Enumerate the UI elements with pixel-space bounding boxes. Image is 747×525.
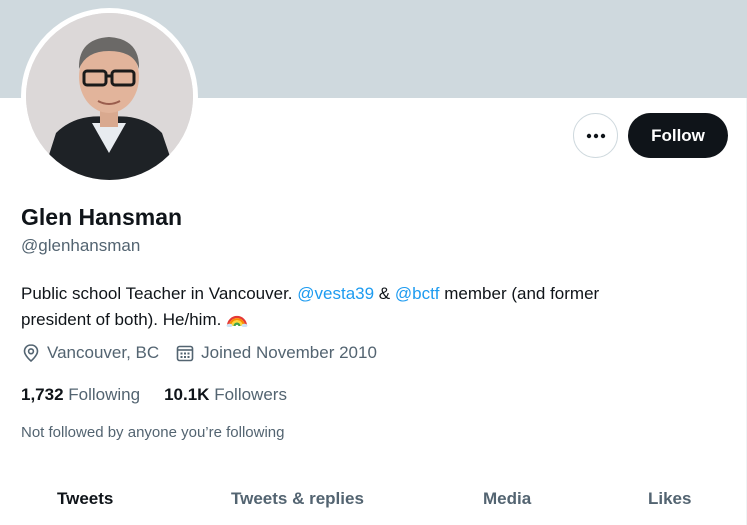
profile-bio: Public school Teacher in Vancouver. @ves… [21,281,701,333]
avatar-frame [21,8,198,185]
tab-media[interactable]: Media [483,489,531,509]
bio-text-line2: president of both). He/him. [21,310,227,329]
avatar-image [26,13,193,180]
following-label: Following [68,385,141,404]
tab-likes[interactable]: Likes [648,489,691,509]
followers-label: Followers [214,385,287,404]
followers-link[interactable]: 10.1K Followers [164,385,287,405]
profile-meta: Vancouver, BC Joined November 2010 [21,343,393,363]
profile-stats: 1,732 Following 10.1K Followers [21,385,311,405]
follow-button[interactable]: Follow [628,113,728,158]
following-count: 1,732 [21,385,64,404]
location-text: Vancouver, BC [47,343,160,362]
rainbow-emoji-icon [226,315,248,328]
bio-text-amp: & [374,284,395,303]
more-dots-icon [586,133,605,138]
location-item: Vancouver, BC [21,343,159,363]
joined-text: Joined November 2010 [201,343,377,362]
following-link[interactable]: 1,732 Following [21,385,140,405]
profile-tabs: Tweets Tweets & replies Media Likes [0,478,747,525]
followers-count: 10.1K [164,385,210,404]
profile-handle: @glenhansman [21,236,141,255]
bio-text-tail: member (and former [439,284,600,303]
location-pin-icon [23,344,39,363]
more-options-button[interactable] [573,113,618,158]
tab-tweets-replies[interactable]: Tweets & replies [231,489,364,509]
bio-mention-bctf[interactable]: @bctf [395,284,440,303]
joined-item: Joined November 2010 [175,343,377,363]
not-followed-note: Not followed by anyone you’re following [21,424,285,441]
avatar[interactable] [26,13,193,180]
tab-tweets[interactable]: Tweets [57,489,113,509]
profile-name: Glen Hansman [21,204,183,230]
bio-text: Public school Teacher in Vancouver. [21,284,298,303]
bio-mention-vesta39[interactable]: @vesta39 [297,284,374,303]
calendar-icon [176,345,194,362]
